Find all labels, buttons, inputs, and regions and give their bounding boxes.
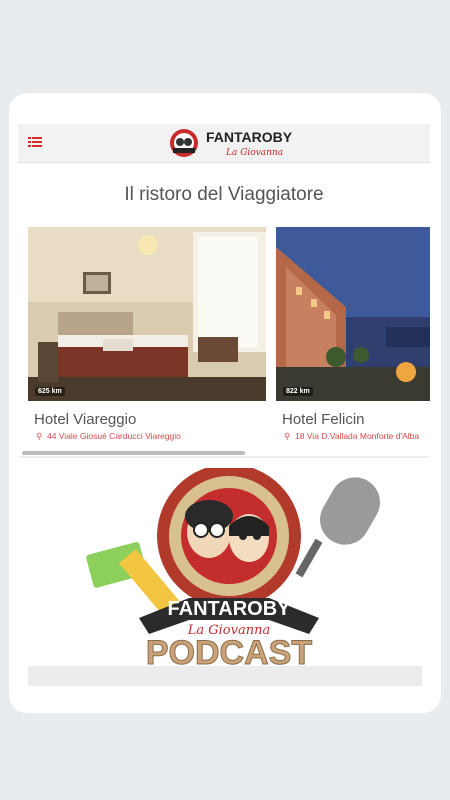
section-divider [18, 456, 430, 458]
location-pin-icon: ⚲ [36, 431, 43, 441]
top-navbar: FANTAROBY La Giovanna [18, 124, 430, 163]
horizontal-scrollbar[interactable] [22, 451, 245, 455]
hotel-distance-badge: 625 km [35, 387, 65, 396]
hotel-distance-badge: 822 km [283, 387, 313, 396]
hotel-address-text: 18 Via D.Vallada Monforte d'Alba [294, 431, 420, 441]
section-title: Il ristoro del Viaggiatore [124, 184, 324, 205]
hotel-photo: 625 km [28, 227, 266, 401]
hotel-address: ⚲ 44 Viale Giosuè Carducci Viareggio [36, 431, 181, 442]
hotel-photo: 822 km [276, 227, 430, 401]
podcast-label: PODCAST [146, 634, 312, 668]
banner-footer-strip [28, 666, 422, 686]
app-card: FANTAROBY La Giovanna Il ristoro del Via… [9, 93, 441, 713]
menu-icon[interactable] [28, 135, 42, 149]
hotel-name: Hotel Felicin [282, 411, 365, 428]
location-pin-icon: ⚲ [284, 431, 291, 441]
logo-brand-subtext: La Giovanna [225, 148, 283, 158]
hotel-address: ⚲ 18 Via D.Vallada Monforte d'Alba [284, 431, 419, 442]
podcast-banner[interactable]: FANTAROBY La Giovanna PODCAST [69, 468, 399, 668]
hotel-address-text: 44 Viale Giosuè Carducci Viareggio [46, 431, 181, 441]
brand-logo[interactable]: FANTAROBY La Giovanna [168, 126, 298, 160]
podcast-brand-text: FANTAROBY [168, 598, 292, 620]
hotel-name: Hotel Viareggio [34, 411, 137, 428]
logo-brand-text: FANTAROBY [206, 129, 293, 145]
